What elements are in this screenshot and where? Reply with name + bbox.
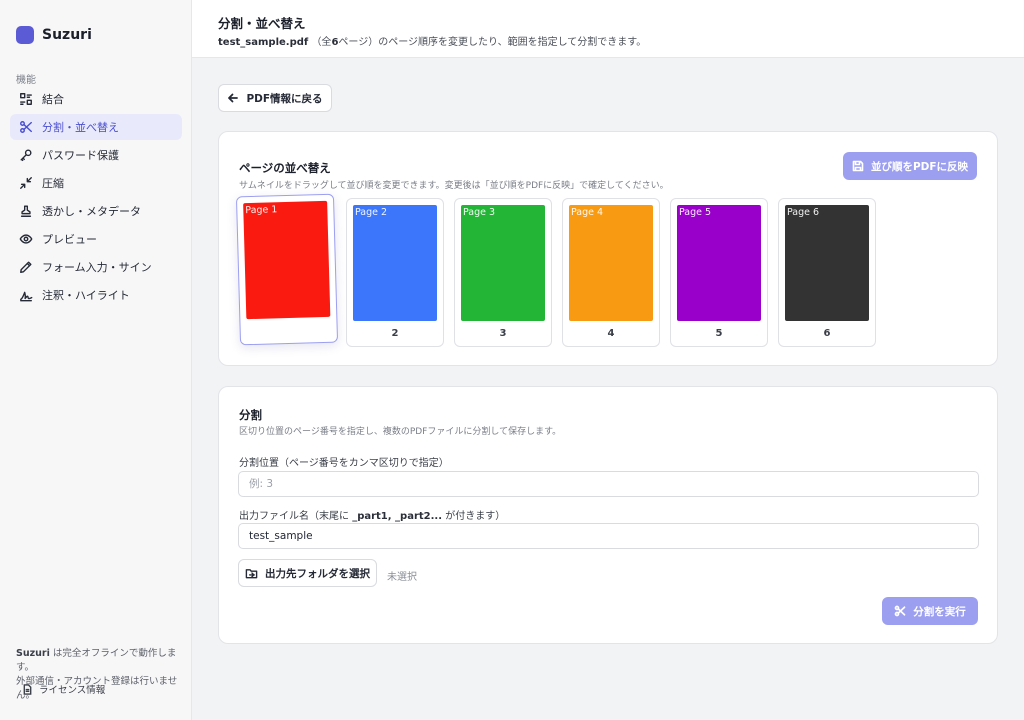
- page-preview: [569, 205, 653, 321]
- sidebar-item-label: 透かし・メタデータ: [42, 205, 141, 218]
- page-preview: [461, 205, 545, 321]
- sidebar-item-compress[interactable]: 圧縮: [10, 170, 182, 196]
- page-label: Page 5: [679, 207, 712, 218]
- page-title: 分割・並べ替え: [218, 16, 306, 31]
- sidebar-nav: 結合 分割・並べ替え パスワード保護 圧縮 透かし・メタデータ プレビュー フォ…: [10, 86, 182, 310]
- page-header: 分割・並べ替え test_sample.pdf （全6ページ）のページ順序を変更…: [192, 0, 1024, 58]
- back-to-pdf-info-button[interactable]: PDF情報に戻る: [218, 84, 332, 112]
- brand-name: Suzuri: [42, 27, 92, 43]
- license-label: ライセンス情報: [39, 685, 106, 696]
- filename-label-post: が付きます）: [442, 511, 506, 522]
- sidebar-item-form-sign[interactable]: フォーム入力・サイン: [10, 254, 182, 280]
- arrow-left-icon: [228, 93, 239, 103]
- split-position-input[interactable]: [238, 471, 979, 497]
- sidebar-item-label: プレビュー: [42, 233, 97, 246]
- sidebar: Suzuri 機能 結合 分割・並べ替え パスワード保護 圧縮 透かし・メタデー…: [0, 0, 192, 720]
- apply-order-button[interactable]: 並び順をPDFに反映: [843, 152, 977, 180]
- subtitle-post: ページ）のページ順序を変更したり、範囲を指定して分割できます。: [338, 37, 647, 48]
- page-thumbnail-6[interactable]: Page 6 6: [778, 198, 876, 347]
- sidebar-item-annotate[interactable]: 注釈・ハイライト: [10, 282, 182, 308]
- page-number: [241, 324, 337, 327]
- page-number: 3: [499, 328, 507, 339]
- page-label: Page 3: [463, 207, 496, 218]
- page-number: 2: [391, 328, 399, 339]
- split-title: 分割: [239, 408, 262, 422]
- reorder-description: サムネイルをドラッグして並び順を変更できます。変更後は「並び順をPDFに反映」で…: [239, 181, 669, 191]
- filename-label-pre: 出力ファイル名（末尾に: [239, 511, 353, 522]
- pen-icon: [20, 261, 32, 273]
- key-icon: [20, 149, 32, 162]
- file-name: test_sample.pdf: [218, 37, 309, 48]
- page-label: Page 2: [355, 207, 388, 218]
- page-label: Page 6: [787, 207, 820, 218]
- stamp-icon: [20, 205, 32, 217]
- sidebar-item-label: フォーム入力・サイン: [42, 261, 152, 274]
- split-description: 区切り位置のページ番号を指定し、複数のPDFファイルに分割して保存します。: [239, 427, 562, 437]
- page-thumbnail-3[interactable]: Page 3 3: [454, 198, 552, 347]
- sidebar-item-split-reorder[interactable]: 分割・並べ替え: [10, 114, 182, 140]
- sidebar-item-preview[interactable]: プレビュー: [10, 226, 182, 252]
- sidebar-item-label: 圧縮: [42, 177, 64, 190]
- save-icon: [852, 160, 864, 172]
- reorder-title: ページの並べ替え: [239, 161, 331, 175]
- split-card: 分割 区切り位置のページ番号を指定し、複数のPDFファイルに分割して保存します。…: [218, 386, 998, 644]
- scissors-icon: [20, 121, 32, 133]
- brand: Suzuri: [16, 26, 92, 44]
- execute-split-label: 分割を実行: [913, 605, 966, 618]
- select-output-folder-button[interactable]: 出力先フォルダを選択: [238, 559, 377, 587]
- page-preview: [243, 200, 331, 320]
- page-thumbnail-5[interactable]: Page 5 5: [670, 198, 768, 347]
- page-preview: [785, 205, 869, 321]
- reorder-card: ページの並べ替え サムネイルをドラッグして並び順を変更できます。変更後は「並び順…: [218, 131, 998, 366]
- document-icon: [23, 683, 32, 695]
- license-link[interactable]: ライセンス情報: [22, 682, 105, 696]
- page-number: 4: [607, 328, 615, 339]
- page-number: 6: [823, 328, 831, 339]
- output-filename-input[interactable]: [238, 523, 979, 549]
- split-position-label: 分割位置（ページ番号をカンマ区切りで指定）: [239, 458, 449, 469]
- page-thumbnail-4[interactable]: Page 4 4: [562, 198, 660, 347]
- page-subtitle: test_sample.pdf （全6ページ）のページ順序を変更したり、範囲を指…: [218, 33, 646, 48]
- apply-order-label: 並び順をPDFに反映: [870, 160, 969, 173]
- sidebar-item-label: 結合: [42, 93, 64, 106]
- brand-logo-icon: [16, 26, 34, 44]
- page-preview: [677, 205, 761, 321]
- scissors-icon: [894, 605, 906, 617]
- sidebar-item-password[interactable]: パスワード保護: [10, 142, 182, 168]
- filename-label-suffix: _part1, _part2...: [352, 511, 443, 522]
- execute-split-button[interactable]: 分割を実行: [882, 597, 978, 625]
- sidebar-item-merge[interactable]: 結合: [10, 86, 182, 112]
- back-button-label: PDF情報に戻る: [246, 92, 323, 105]
- output-filename-label: 出力ファイル名（末尾に _part1, _part2... が付きます）: [239, 507, 505, 522]
- page-thumbnail-2[interactable]: Page 2 2: [346, 198, 444, 347]
- merge-icon: [20, 93, 32, 105]
- page-preview: [353, 205, 437, 321]
- page-thumbnails: Page 1 Page 2 2 Page 3 3 Page 4 4 Page 5…: [235, 193, 876, 347]
- nav-section-label: 機能: [16, 75, 36, 86]
- sidebar-item-label: 注釈・ハイライト: [42, 289, 130, 302]
- folder-status: 未選択: [387, 572, 417, 583]
- select-folder-label: 出力先フォルダを選択: [265, 567, 370, 580]
- page-thumbnail-1[interactable]: Page 1: [235, 193, 339, 346]
- page-number: 5: [715, 328, 723, 339]
- sidebar-item-label: パスワード保護: [42, 149, 119, 162]
- compress-icon: [20, 177, 32, 189]
- offline-note-brand: Suzuri: [16, 648, 50, 659]
- page-label: Page 1: [245, 204, 278, 217]
- signature-icon: [20, 291, 33, 302]
- sidebar-item-label: 分割・並べ替え: [42, 121, 119, 134]
- eye-icon: [19, 234, 33, 244]
- folder-icon: [245, 568, 258, 578]
- subtitle-pre: （全: [311, 37, 332, 48]
- sidebar-item-watermark[interactable]: 透かし・メタデータ: [10, 198, 182, 224]
- page-label: Page 4: [571, 207, 604, 218]
